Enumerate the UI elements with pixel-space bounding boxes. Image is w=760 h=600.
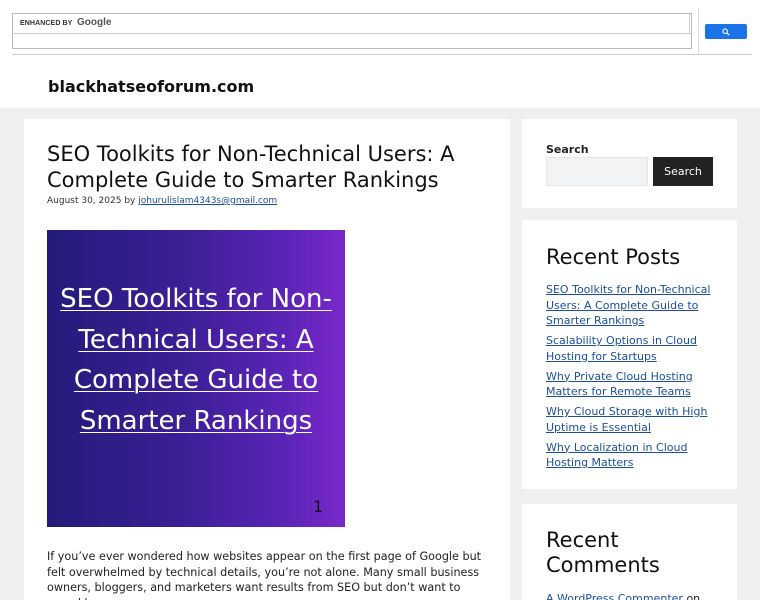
search-widget: Search Search bbox=[522, 119, 737, 208]
recent-post-link[interactable]: Why Localization in Cloud Hosting Matter… bbox=[546, 441, 687, 470]
sidebar-search-input[interactable] bbox=[546, 157, 648, 186]
google-search-box[interactable]: ENHANCED BY Google bbox=[12, 13, 692, 49]
search-label: Search bbox=[546, 143, 589, 156]
comment-on-label: on bbox=[686, 592, 701, 600]
recent-post-link[interactable]: SEO Toolkits for Non-Technical Users: A … bbox=[546, 283, 710, 327]
google-logo: Google bbox=[77, 17, 112, 28]
list-item: Why Localization in Cloud Hosting Matter… bbox=[546, 440, 721, 471]
recent-post-link[interactable]: Why Private Cloud Hosting Matters for Re… bbox=[546, 370, 693, 399]
site-header: blackhatseoforum.com bbox=[0, 58, 760, 108]
google-search-button[interactable] bbox=[705, 24, 747, 39]
featured-image-text: SEO Toolkits for Non-Technical Users: A … bbox=[60, 284, 332, 436]
search-bar-rule bbox=[12, 54, 752, 55]
post-author-link[interactable]: johurulislam4343s@gmail.com bbox=[138, 196, 277, 206]
search-box-divider bbox=[689, 14, 690, 34]
featured-image[interactable]: SEO Toolkits for Non-Technical Users: A … bbox=[47, 230, 345, 527]
list-item: Why Cloud Storage with High Uptime is Es… bbox=[546, 404, 721, 435]
separator bbox=[698, 8, 699, 54]
recent-post-link[interactable]: Scalability Options in Cloud Hosting for… bbox=[546, 334, 697, 363]
recent-posts-widget: Recent Posts SEO Toolkits for Non-Techni… bbox=[522, 220, 737, 489]
google-search-bar: ENHANCED BY Google bbox=[0, 0, 760, 58]
post-by: by bbox=[124, 196, 136, 206]
list-item: Scalability Options in Cloud Hosting for… bbox=[546, 333, 721, 364]
search-icon bbox=[722, 27, 730, 36]
post-meta: August 30, 2025 by johurulislam4343s@gma… bbox=[47, 196, 277, 206]
recent-posts-list: SEO Toolkits for Non-Technical Users: A … bbox=[546, 282, 721, 475]
post-date: August 30, 2025 bbox=[47, 196, 122, 206]
enhanced-by-label: ENHANCED BY bbox=[20, 20, 73, 27]
site-title[interactable]: blackhatseoforum.com bbox=[48, 77, 254, 96]
google-search-input[interactable]: ENHANCED BY Google bbox=[13, 14, 691, 34]
recent-comments-widget: Recent Comments A WordPress Commenter on bbox=[522, 504, 737, 600]
list-item: Why Private Cloud Hosting Matters for Re… bbox=[546, 369, 721, 400]
post-title[interactable]: SEO Toolkits for Non-Technical Users: A … bbox=[47, 141, 487, 193]
main-content: SEO Toolkits for Non-Technical Users: A … bbox=[24, 119, 510, 600]
recent-comment: A WordPress Commenter on bbox=[546, 592, 700, 600]
sidebar-search-button[interactable]: Search bbox=[653, 157, 713, 186]
recent-post-link[interactable]: Why Cloud Storage with High Uptime is Es… bbox=[546, 405, 707, 434]
recent-posts-title: Recent Posts bbox=[546, 245, 681, 269]
recent-comments-title: Recent Comments bbox=[546, 528, 660, 577]
featured-image-number: 1 bbox=[313, 497, 324, 516]
post-excerpt: If you’ve ever wondered how websites app… bbox=[47, 550, 482, 600]
list-item: SEO Toolkits for Non-Technical Users: A … bbox=[546, 282, 721, 329]
comment-author-link[interactable]: A WordPress Commenter bbox=[546, 592, 683, 600]
